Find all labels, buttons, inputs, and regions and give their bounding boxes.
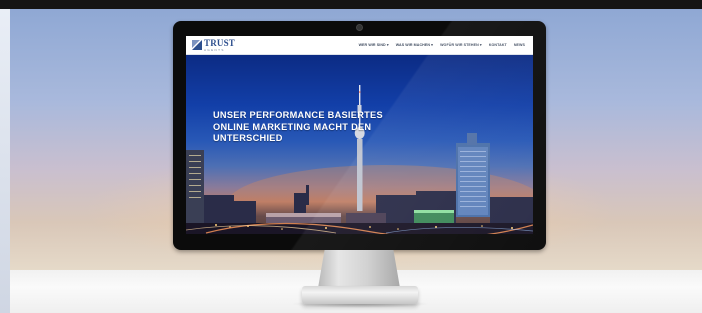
logo-mark-icon xyxy=(192,40,202,50)
logo-tagline: AGENTS xyxy=(204,47,225,52)
main-nav: WER WIR SIND ▾ WAS WIR MACHEN ▾ WOFÜR WI… xyxy=(359,36,525,54)
monitor-screen: TRUST AGENTS WER WIR SIND ▾ WAS WIR MACH… xyxy=(186,36,533,234)
monitor: TRUST AGENTS WER WIR SIND ▾ WAS WIR MACH… xyxy=(173,21,546,250)
nav-item-wofuer-wir-stehen[interactable]: WOFÜR WIR STEHEN ▾ xyxy=(440,43,482,47)
logo-word: TRUST xyxy=(204,37,236,48)
hero-headline-line-3: UNTERSCHIED xyxy=(213,133,283,143)
hero-headline-line-2: ONLINE MARKETING MACHT DEN xyxy=(213,121,372,132)
hero-headline: UNSER PERFORMANCE BASIERTES ONLINE MARKE… xyxy=(213,110,413,145)
site-header: TRUST AGENTS WER WIR SIND ▾ WAS WIR MACH… xyxy=(186,36,533,55)
hero-headline-line-1: UNSER PERFORMANCE BASIERTES xyxy=(213,110,383,120)
nav-item-kontakt[interactable]: KONTAKT xyxy=(489,43,507,47)
nav-item-news[interactable]: NEWS xyxy=(514,43,525,47)
monitor-stand-base xyxy=(302,286,418,304)
site-logo[interactable]: TRUST AGENTS xyxy=(192,37,236,52)
top-bar xyxy=(0,0,702,9)
hero-banner: UNSER PERFORMANCE BASIERTES ONLINE MARKE… xyxy=(186,55,533,234)
nav-item-was-wir-machen[interactable]: WAS WIR MACHEN ▾ xyxy=(396,43,433,47)
camera-icon xyxy=(356,24,363,31)
background-left-band xyxy=(0,9,10,313)
logo-text: TRUST AGENTS xyxy=(204,37,236,52)
city-skyline-image xyxy=(186,85,533,234)
nav-item-wer-wir-sind[interactable]: WER WIR SIND ▾ xyxy=(359,43,389,47)
monitor-stand-neck xyxy=(318,250,400,288)
